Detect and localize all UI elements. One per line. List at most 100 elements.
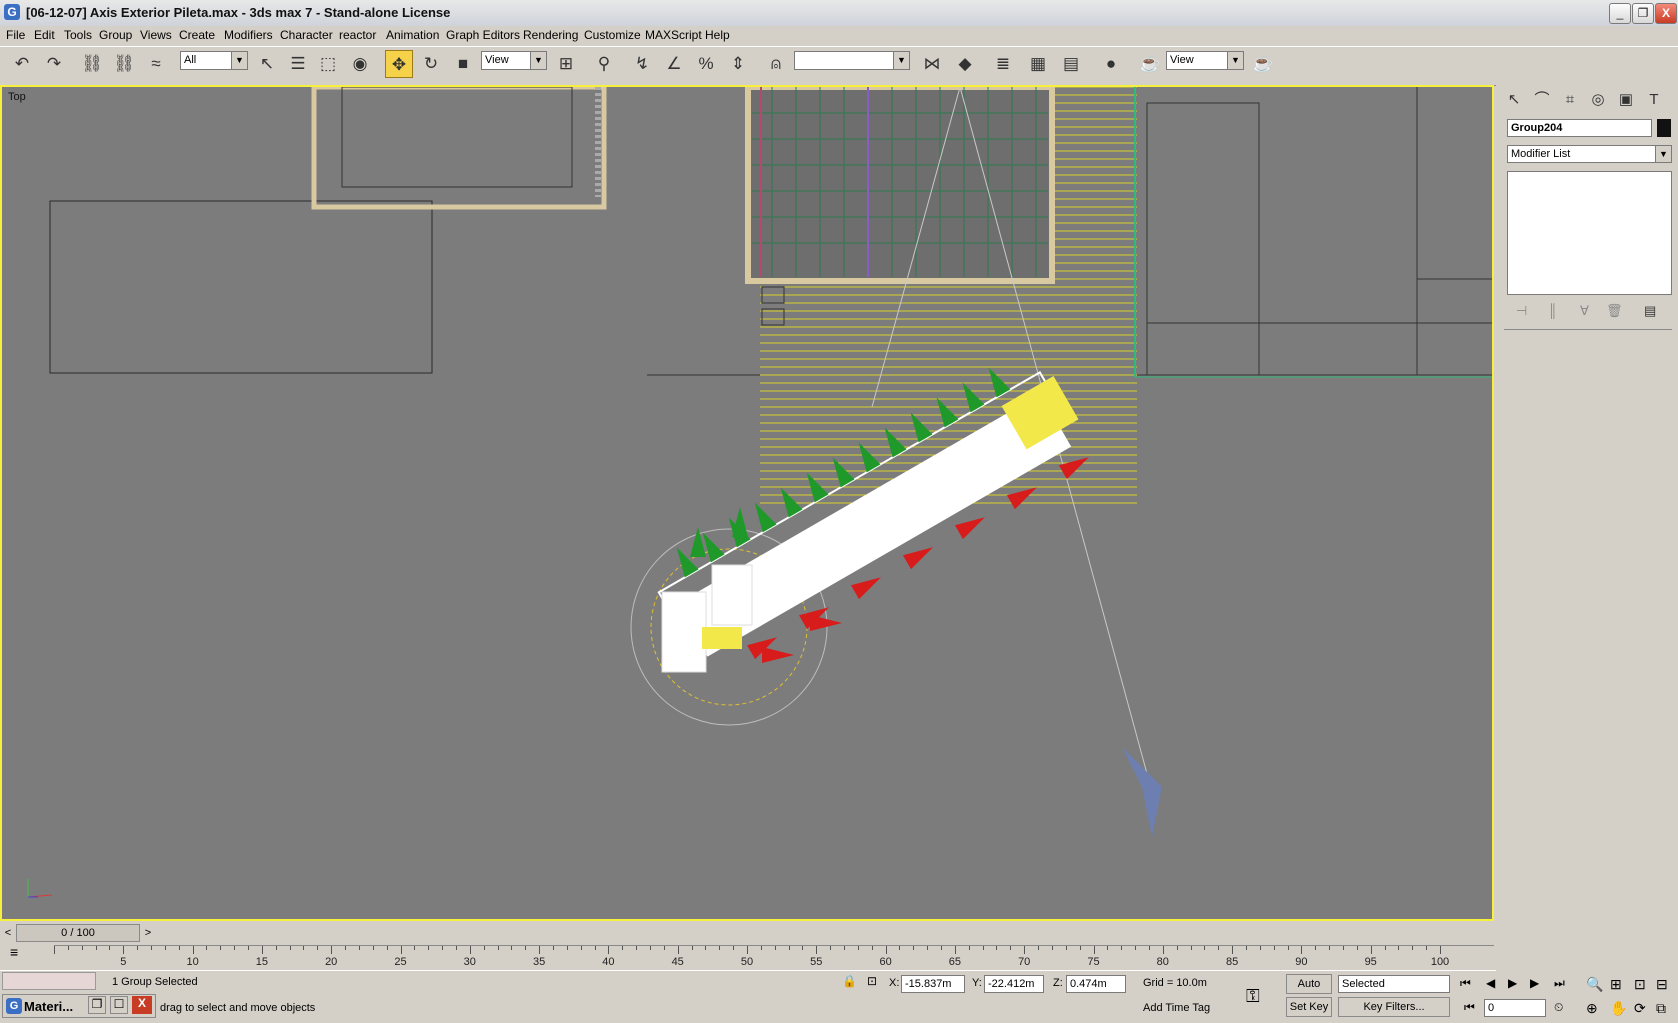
modifier-stack[interactable] <box>1507 171 1672 295</box>
go-to-start-icon[interactable]: ⏮ <box>1460 976 1471 991</box>
snaps-toggle-icon[interactable]: ↯ <box>628 50 656 78</box>
display-tab-icon[interactable]: ▣ <box>1614 89 1638 111</box>
set-key-button[interactable]: Set Key <box>1286 997 1332 1017</box>
utilities-tab-icon[interactable]: T <box>1642 89 1666 111</box>
zoom-icon[interactable]: 🔍 <box>1586 976 1603 993</box>
app-icon[interactable]: G <box>4 4 20 20</box>
motion-tab-icon[interactable]: ◎ <box>1586 89 1610 111</box>
menu-character[interactable]: Character <box>280 28 333 42</box>
x-coordinate-field[interactable]: -15.837m <box>901 975 965 993</box>
edit-named-selections-icon[interactable]: ⍝ <box>762 50 790 78</box>
mirror-icon[interactable]: ⋈ <box>918 50 946 78</box>
selection-filter-dropdown[interactable]: All ▼ <box>180 51 248 70</box>
restore-button[interactable]: ❐ <box>1632 3 1654 24</box>
go-to-end-icon[interactable]: ⏭ <box>1554 976 1565 991</box>
add-time-tag[interactable]: Add Time Tag <box>1143 1002 1210 1014</box>
time-slider[interactable]: 0 / 100 <box>16 924 140 942</box>
key-mode-toggle-icon[interactable]: ⏮ <box>1464 1000 1475 1015</box>
menu-rendering[interactable]: Rendering <box>523 28 578 42</box>
arc-rotate-icon[interactable]: ⟳ <box>1634 1000 1646 1017</box>
zoom-extents-all-icon[interactable]: ⊟ <box>1656 976 1668 993</box>
time-configuration-icon[interactable]: ⏲ <box>1554 1000 1563 1015</box>
redo-icon[interactable]: ↷ <box>40 50 68 78</box>
menu-animation[interactable]: Animation <box>386 28 439 42</box>
next-frame-icon[interactable]: ▶ <box>1530 976 1539 990</box>
render-type-dropdown[interactable]: View ▼ <box>1166 51 1244 70</box>
spinner-snap-icon[interactable]: ⇕ <box>724 50 752 78</box>
play-icon[interactable]: ▶ <box>1508 976 1517 990</box>
pivot-center-icon[interactable]: ⊞ <box>552 50 580 78</box>
close-icon[interactable]: X <box>132 996 152 1014</box>
next-frame-arrow-icon[interactable]: > <box>142 924 154 942</box>
material-editor-icon[interactable]: ● <box>1097 50 1125 78</box>
object-color-swatch[interactable] <box>1657 119 1671 137</box>
key-filters-button[interactable]: Key Filters... <box>1338 997 1450 1017</box>
bind-space-warp-icon[interactable]: ≈ <box>142 50 170 78</box>
percent-snap-icon[interactable]: % <box>692 50 720 78</box>
maximize-icon[interactable]: ☐ <box>110 996 128 1014</box>
select-by-name-icon[interactable]: ☰ <box>284 50 312 78</box>
menu-create[interactable]: Create <box>179 28 215 42</box>
select-and-move-icon[interactable]: ✥ <box>385 50 413 78</box>
track-bar[interactable]: 5 10 15 20 25 30 35 40 45 50 55 60 65 70 75 80 85 90 95 100 <box>54 945 1494 970</box>
show-end-result-icon[interactable]: ║ <box>1548 303 1557 318</box>
pin-stack-icon[interactable]: ⊣ <box>1516 303 1527 319</box>
top-viewport[interactable]: Top <box>0 85 1494 921</box>
unlink-selection-icon[interactable]: ⛓ <box>110 50 138 78</box>
menu-maxscript[interactable]: MAXScript <box>645 28 702 42</box>
make-unique-icon[interactable]: ∀ <box>1580 303 1589 319</box>
named-selection-sets-dropdown[interactable]: ▼ <box>794 51 910 70</box>
minimize-button[interactable]: _ <box>1609 3 1631 24</box>
schematic-view-icon[interactable]: ▤ <box>1057 50 1085 78</box>
absolute-mode-icon[interactable]: ⊡ <box>867 974 877 988</box>
key-mode-dropdown[interactable]: Selected <box>1338 975 1450 993</box>
restore-icon[interactable]: ❐ <box>88 996 106 1014</box>
select-and-link-icon[interactable]: ⛓ <box>78 50 106 78</box>
previous-frame-icon[interactable]: ◀ <box>1486 976 1495 990</box>
prev-frame-arrow-icon[interactable]: < <box>2 924 14 942</box>
rectangular-selection-icon[interactable]: ⬚ <box>314 50 342 78</box>
menu-views[interactable]: Views <box>140 28 172 42</box>
modify-tab-icon[interactable]: ⌒ <box>1530 89 1554 111</box>
region-zoom-icon[interactable]: ⊕ <box>1586 1000 1598 1017</box>
hierarchy-tab-icon[interactable]: ⌗ <box>1558 89 1582 111</box>
undo-icon[interactable]: ↶ <box>8 50 36 78</box>
zoom-extents-icon[interactable]: ⊡ <box>1634 976 1646 993</box>
set-key-icon[interactable]: ⚿ <box>1246 986 1260 1007</box>
close-button[interactable]: X <box>1655 3 1677 24</box>
menu-customize[interactable]: Customize <box>584 28 641 42</box>
pan-icon[interactable]: ✋ <box>1610 1000 1627 1017</box>
configure-modifier-sets-icon[interactable]: ▤ <box>1644 303 1656 319</box>
mini-curve-editor-icon[interactable]: ≡ <box>10 944 18 960</box>
layer-manager-icon[interactable]: ≣ <box>989 50 1017 78</box>
menu-reactor[interactable]: reactor <box>339 28 376 42</box>
modifier-list-dropdown[interactable]: Modifier List ▼ <box>1507 145 1672 163</box>
menu-tools[interactable]: Tools <box>64 28 92 42</box>
lock-selection-icon[interactable]: 🔒 <box>842 974 857 988</box>
angle-snap-icon[interactable]: ∠ <box>660 50 688 78</box>
reference-coordinate-dropdown[interactable]: View ▼ <box>481 51 547 70</box>
z-coordinate-field[interactable]: 0.474m <box>1066 975 1126 993</box>
menu-modifiers[interactable]: Modifiers <box>224 28 273 42</box>
select-and-scale-icon[interactable]: ■ <box>449 50 477 78</box>
y-coordinate-field[interactable]: -22.412m <box>984 975 1044 993</box>
zoom-all-icon[interactable]: ⊞ <box>1610 976 1622 993</box>
menu-graph-editors[interactable]: Graph Editors <box>446 28 520 42</box>
maximize-viewport-icon[interactable]: ⧉ <box>1656 1000 1666 1017</box>
align-icon[interactable]: ◆ <box>951 50 979 78</box>
render-scene-icon[interactable]: ☕ <box>1136 50 1164 78</box>
remove-modifier-icon[interactable]: 🗑 <box>1606 303 1623 319</box>
menu-help[interactable]: Help <box>705 28 730 42</box>
auto-key-button[interactable]: Auto Key <box>1286 974 1332 1008</box>
menu-edit[interactable]: Edit <box>34 28 55 42</box>
current-frame-field[interactable]: 0 <box>1484 999 1546 1017</box>
create-tab-icon[interactable]: ↖ <box>1502 89 1526 111</box>
maxscript-listener-mini[interactable] <box>2 972 96 990</box>
object-name-field[interactable]: Group204 <box>1507 119 1652 137</box>
quick-render-icon[interactable]: ☕ <box>1249 50 1277 78</box>
select-and-rotate-icon[interactable]: ↻ <box>417 50 445 78</box>
select-object-icon[interactable]: ↖ <box>253 50 281 78</box>
menu-file[interactable]: File <box>6 28 25 42</box>
curve-editor-icon[interactable]: ▦ <box>1024 50 1052 78</box>
window-crossing-icon[interactable]: ◉ <box>346 50 374 78</box>
